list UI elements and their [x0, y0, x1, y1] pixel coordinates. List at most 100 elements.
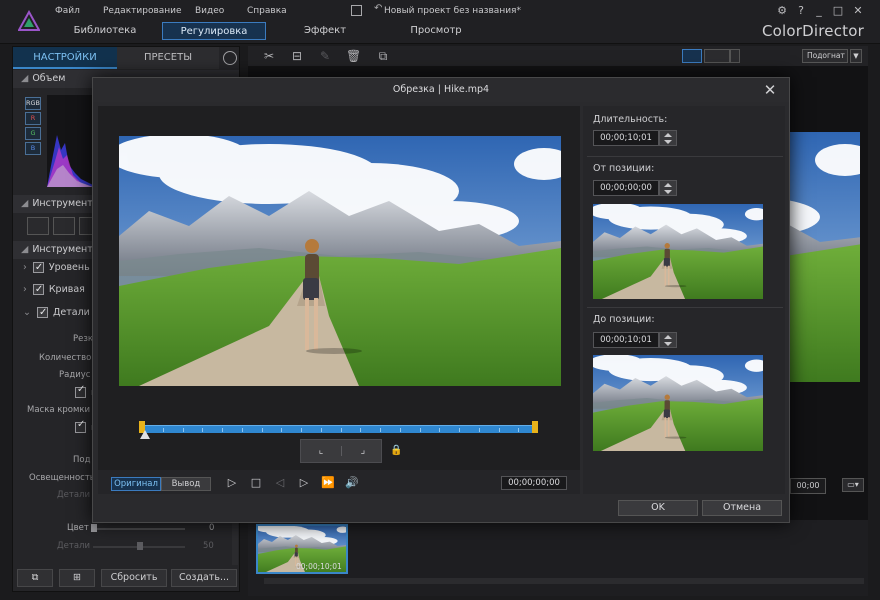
timeline-tick	[320, 428, 322, 432]
duration-spinner[interactable]	[659, 130, 677, 146]
timeline-tick	[399, 428, 401, 432]
ok-button[interactable]: OK	[618, 500, 698, 516]
from-position-label: От позиции:	[593, 163, 655, 174]
tool-rect-icon[interactable]	[79, 217, 93, 235]
to-position-field[interactable]: 00;00;10;01	[593, 332, 659, 348]
channel-b-button[interactable]: B	[25, 142, 41, 155]
details-value: 50	[203, 541, 214, 551]
trash-icon[interactable]: 🗑	[346, 49, 361, 63]
dialog-close-icon[interactable]: ✕	[759, 80, 781, 100]
tool-crop-icon[interactable]	[27, 217, 49, 235]
duration-label: Длительность:	[593, 114, 668, 125]
channel-rgb-button[interactable]: RGB	[25, 97, 41, 110]
histogram	[47, 95, 93, 187]
tab-presets[interactable]: ПРЕСЕТЫ	[117, 47, 219, 69]
next-frame-icon[interactable]: ▷	[297, 476, 311, 490]
tab-adjust[interactable]: Регулировка	[162, 22, 266, 40]
playhead-marker[interactable]	[140, 430, 150, 439]
settings-gear-icon[interactable]: ⚙	[776, 5, 788, 17]
mark-out-handle[interactable]	[532, 421, 538, 433]
trim-dialog: Обрезка | Hike.mp4 ✕ ⌞ ⌟ 🔒 Оригинал Выво…	[92, 77, 790, 523]
to-position-thumbnail	[593, 355, 763, 451]
tool-radial-icon[interactable]	[53, 217, 75, 235]
compare-view-button[interactable]	[704, 49, 730, 63]
minimize-button[interactable]: _	[813, 5, 825, 17]
item-levels-label: Уровень	[48, 262, 90, 273]
timeline-tick	[518, 428, 520, 432]
from-position-spinner[interactable]	[659, 180, 677, 196]
save-icon[interactable]	[351, 5, 362, 16]
copy-icon[interactable]: ⧉	[376, 49, 390, 63]
compare-view-icon[interactable]: ⧉	[17, 569, 53, 587]
sharpen-label: Резк	[73, 334, 94, 344]
color-value: 0	[209, 523, 215, 533]
item-levels[interactable]: ›Уровень	[23, 259, 90, 277]
levels-checkbox[interactable]	[32, 259, 44, 277]
scissors-icon[interactable]: ✂	[262, 49, 276, 63]
zoom-fit-arrow-icon[interactable]: ▼	[850, 49, 862, 63]
lock-icon[interactable]: 🔒	[390, 445, 402, 457]
split-icon[interactable]: ⊟	[290, 49, 304, 63]
details-slider-thumb[interactable]	[137, 542, 143, 550]
help-button[interactable]: ?	[795, 5, 807, 17]
current-timecode: 00;00;00;00	[501, 476, 567, 490]
tab-library[interactable]: Библиотека	[70, 22, 140, 40]
clip-duration: 00;00;10;01	[296, 562, 342, 571]
cancel-button[interactable]: Отмена	[702, 500, 782, 516]
item-curve-label: Кривая	[48, 284, 85, 295]
details-checkbox[interactable]	[36, 304, 48, 322]
tab-effect[interactable]: Эффект	[300, 22, 350, 40]
mark-buttons-group: ⌞ ⌟	[300, 439, 382, 463]
pen-icon[interactable]: ✎	[318, 49, 332, 63]
channel-r-button[interactable]: R	[25, 112, 41, 125]
menu-video[interactable]: Видео	[195, 6, 224, 16]
timeline-tick	[360, 428, 362, 432]
set-mark-in-icon[interactable]: ⌞	[313, 444, 329, 458]
view-dropdown-arrow[interactable]	[730, 49, 740, 63]
menu-file[interactable]: Файл	[55, 6, 80, 16]
channel-g-button[interactable]: G	[25, 127, 41, 140]
item-details[interactable]: ⌄Детали	[23, 304, 90, 322]
timeline-tick	[281, 428, 283, 432]
color-slider-thumb[interactable]	[91, 524, 97, 532]
radius-label: Радиус	[59, 370, 91, 380]
tab-settings[interactable]: НАСТРОЙКИ	[13, 47, 117, 69]
zoom-fit-select[interactable]: Подогнат	[802, 49, 848, 63]
color-slider[interactable]	[93, 528, 185, 530]
timeline-tick	[301, 428, 302, 432]
fast-forward-icon[interactable]: ⏩	[321, 476, 335, 490]
previous-frame-icon[interactable]: ◁	[273, 476, 287, 490]
lightness-label: Освещенность	[29, 473, 95, 483]
color-label: Цвет	[67, 523, 89, 533]
close-button[interactable]: ✕	[852, 5, 864, 17]
edit-toolbar	[248, 46, 868, 66]
workspace-timecode: 00;00	[790, 478, 826, 494]
screen-mode-icon[interactable]: ▭▾	[842, 478, 864, 492]
copy-settings-icon[interactable]: ⊞	[59, 569, 95, 587]
view-original-button[interactable]: Оригинал	[111, 477, 161, 491]
tab-preview[interactable]: Просмотр	[398, 22, 474, 40]
undo-icon[interactable]: ↶	[374, 3, 382, 14]
timeline-tick	[419, 428, 421, 432]
mark-divider	[341, 446, 342, 456]
to-position-spinner[interactable]	[659, 332, 677, 348]
curve-checkbox[interactable]	[32, 281, 44, 299]
play-icon[interactable]: ▷	[225, 476, 239, 490]
stop-icon[interactable]: □	[249, 476, 263, 490]
menu-edit[interactable]: Редактирование	[103, 6, 182, 16]
volume-icon[interactable]: 🔊	[345, 476, 359, 490]
side-divider-2	[587, 307, 783, 308]
item-curve[interactable]: ›Кривая	[23, 281, 85, 299]
set-mark-out-icon[interactable]: ⌟	[355, 444, 371, 458]
maximize-button[interactable]: □	[832, 5, 844, 17]
from-position-field[interactable]: 00;00;00;00	[593, 180, 659, 196]
reset-button[interactable]: Сбросить	[101, 569, 167, 587]
media-strip-scrollbar[interactable]	[264, 578, 864, 584]
history-clock-icon[interactable]	[223, 51, 237, 65]
duration-field[interactable]: 00;00;10;01	[593, 130, 659, 146]
create-preset-button[interactable]: Создать...	[171, 569, 237, 587]
view-output-button[interactable]: Вывод	[161, 477, 211, 491]
menu-help[interactable]: Справка	[247, 6, 287, 16]
single-view-button[interactable]	[682, 49, 702, 63]
sub-label: Под	[73, 455, 91, 465]
